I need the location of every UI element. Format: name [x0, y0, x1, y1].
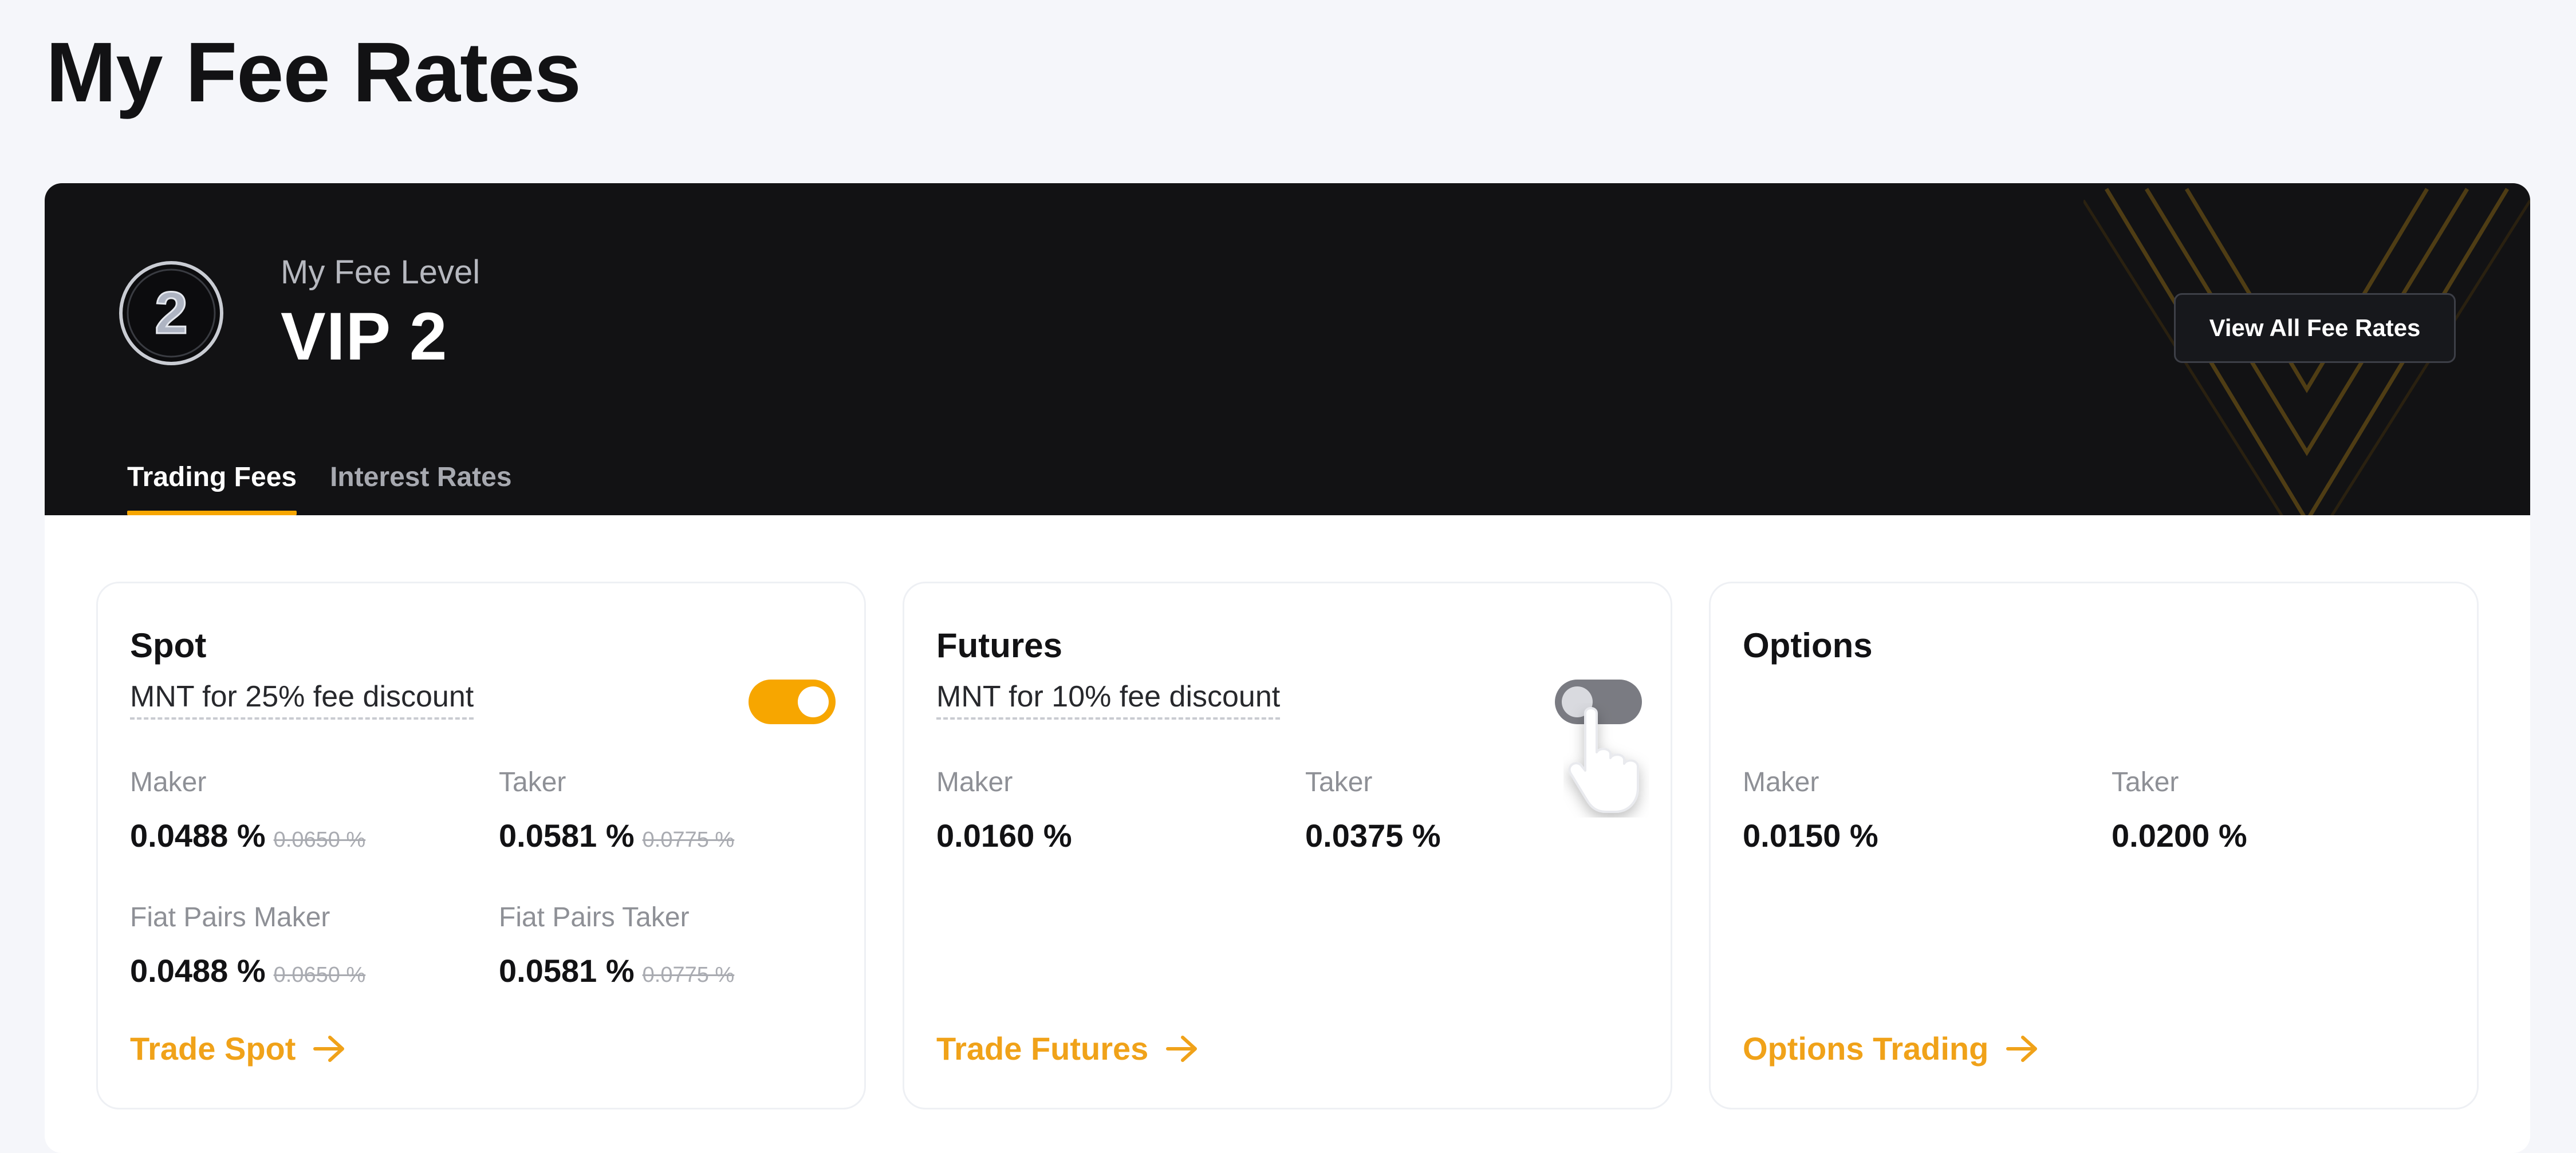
fee-tabs: Trading Fees Interest Rates [127, 457, 512, 515]
vip-level-badge-icon: 2 [119, 261, 223, 365]
taker-label: Taker [2112, 767, 2179, 797]
taker-label: Taker [1305, 767, 1373, 797]
mnt-discount-toggle[interactable] [749, 680, 836, 724]
link-label: Options Trading [1743, 1030, 1989, 1067]
mnt-discount-label[interactable]: MNT for 25% fee discount [130, 680, 474, 720]
fiat-taker-original-rate: 0.0775 % [642, 963, 735, 987]
toggle-knob [798, 686, 829, 717]
fee-level-banner: 2 My Fee Level VIP 2 View All Fee Rates … [45, 183, 2530, 515]
fiat-maker-rate: 0.0488 % [130, 953, 266, 989]
view-all-fee-rates-button[interactable]: View All Fee Rates [2174, 293, 2456, 363]
arrow-right-icon [2006, 1035, 2038, 1062]
taker-value: 0.0581 % 0.0775 % [499, 817, 734, 854]
maker-value: 0.0150 % [1743, 818, 1878, 854]
maker-label: Maker [936, 767, 1013, 797]
mnt-discount-label[interactable]: MNT for 10% fee discount [936, 680, 1281, 720]
fiat-taker-label: Fiat Pairs Taker [499, 902, 690, 933]
maker-label: Maker [130, 767, 207, 797]
link-label: Trade Futures [936, 1030, 1149, 1067]
svg-text:2: 2 [155, 280, 188, 346]
maker-value: 0.0160 % [936, 818, 1072, 854]
page-title: My Fee Rates [46, 25, 581, 120]
maker-rate: 0.0488 % [130, 818, 266, 854]
fiat-taker-value: 0.0581 % 0.0775 % [499, 952, 734, 989]
arrow-right-icon [1166, 1035, 1198, 1062]
fiat-taker-rate: 0.0581 % [499, 953, 635, 989]
taker-rate: 0.0581 % [499, 818, 635, 854]
fiat-maker-label: Fiat Pairs Maker [130, 902, 330, 933]
trade-spot-link[interactable]: Trade Spot [130, 1030, 346, 1067]
maker-value: 0.0488 % 0.0650 % [130, 817, 365, 854]
card-title: Futures [936, 626, 1063, 665]
taker-original-rate: 0.0775 % [642, 828, 735, 852]
trade-futures-link[interactable]: Trade Futures [936, 1030, 1199, 1067]
futures-fee-card: Futures MNT for 10% fee discount Maker 0… [903, 582, 1672, 1109]
fiat-maker-original-rate: 0.0650 % [273, 963, 366, 987]
fee-level-label: My Fee Level [281, 254, 480, 291]
spot-fee-card: Spot MNT for 25% fee discount Maker 0.04… [96, 582, 866, 1109]
taker-label: Taker [499, 767, 566, 797]
arrow-right-icon [313, 1035, 345, 1062]
options-trading-link[interactable]: Options Trading [1743, 1030, 2039, 1067]
tab-trading-fees[interactable]: Trading Fees [127, 457, 297, 515]
tab-interest-rates[interactable]: Interest Rates [330, 457, 511, 515]
fee-level-value: VIP 2 [281, 299, 448, 374]
fiat-maker-value: 0.0488 % 0.0650 % [130, 952, 365, 989]
maker-label: Maker [1743, 767, 1819, 797]
card-title: Spot [130, 626, 207, 665]
card-title: Options [1743, 626, 1873, 665]
maker-original-rate: 0.0650 % [273, 828, 366, 852]
taker-value: 0.0200 % [2112, 818, 2247, 854]
options-fee-card: Options Maker 0.0150 % Taker 0.0200 % Op… [1709, 582, 2479, 1109]
taker-value: 0.0375 % [1305, 818, 1441, 854]
link-label: Trade Spot [130, 1030, 296, 1067]
pointer-cursor-icon [1568, 707, 1639, 813]
